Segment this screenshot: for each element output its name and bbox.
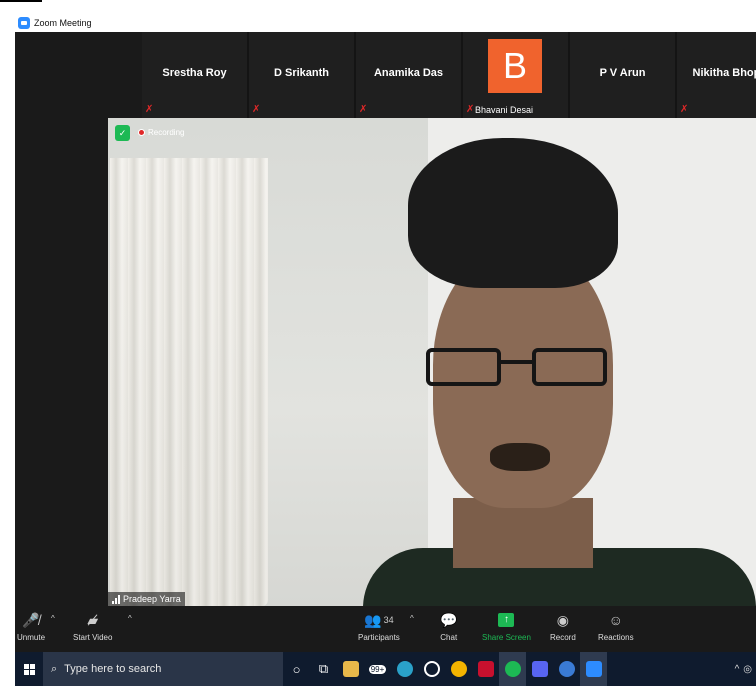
muted-mic-icon: ✗ — [466, 104, 475, 115]
zoom-logo-icon — [18, 17, 30, 29]
muted-mic-icon: ✗ — [252, 104, 261, 115]
participant-name: Anamika Das — [373, 67, 444, 79]
search-icon: ⌕ — [51, 662, 58, 675]
cortana-app-icon[interactable] — [553, 652, 580, 686]
cortana-icon[interactable]: ○ — [283, 652, 310, 686]
participant-name: D Srikanth — [273, 67, 329, 79]
title-bar: Zoom Meeting — [15, 14, 756, 32]
app-icon[interactable] — [526, 652, 553, 686]
chrome-icon[interactable] — [445, 652, 472, 686]
participant-tile[interactable]: D Srikanth ✗ — [249, 32, 354, 118]
spotify-icon[interactable] — [499, 652, 526, 686]
muted-mic-icon: ✗ — [145, 104, 154, 115]
recording-indicator: Recording — [138, 128, 184, 137]
participant-name: Bhavani Desai — [475, 105, 534, 115]
participant-name: Nikitha Bhopc — [692, 67, 756, 79]
muted-mic-icon: ✗ — [680, 104, 689, 115]
tray-overflow-chevron-icon[interactable]: ^ — [735, 664, 740, 675]
participants-icon: 👥 34 — [364, 611, 394, 628]
store-badge: 99+ — [368, 664, 387, 674]
participants-count: 34 — [383, 615, 394, 625]
security-shield-icon[interactable]: ✓ — [115, 125, 130, 141]
participant-name: P V Arun — [599, 67, 646, 79]
window-title: Zoom Meeting — [34, 18, 92, 28]
active-speaker-video[interactable]: ✓ Recording Pradeep Yarra — [108, 118, 756, 606]
mcafee-icon[interactable] — [472, 652, 499, 686]
participant-tile[interactable]: Anamika Das ✗ — [356, 32, 461, 118]
curtain — [110, 158, 268, 606]
chat-bubble-icon: 💬 — [440, 611, 458, 628]
reactions-button[interactable]: ☺ Reactions — [598, 610, 634, 642]
windows-taskbar: ⌕ Type here to search ○ ⧉ 99+ ^ ◎ — [15, 652, 756, 686]
top-border-line — [0, 0, 42, 2]
speaker-neck — [453, 498, 593, 568]
chat-button[interactable]: 💬 Chat — [440, 610, 458, 643]
video-off-icon: ▰̸ — [87, 611, 99, 628]
task-view-icon[interactable]: ⧉ — [310, 652, 337, 686]
record-icon: ◉ — [556, 611, 569, 628]
zoom-window: Zoom Meeting Srestha Roy ✗ D Srikanth ✗ … — [15, 14, 756, 686]
speaker-glasses — [426, 348, 616, 388]
meeting-controls: 🎤̸ Unmute ^ ▰̸ Start Video ^ 👥 34 Partici… — [15, 606, 756, 652]
muted-mic-icon: 🎤̸ — [22, 611, 40, 628]
network-icon[interactable]: ◎ — [743, 664, 752, 675]
participants-options-chevron-icon[interactable]: ^ — [410, 614, 414, 623]
participant-tile[interactable]: Srestha Roy ✗ — [142, 32, 247, 118]
system-tray: ^ ◎ — [735, 652, 756, 686]
participants-button[interactable]: 👥 34 Participants — [358, 610, 400, 643]
speaker-hair — [408, 138, 618, 288]
dell-icon[interactable] — [418, 652, 445, 686]
store-icon[interactable]: 99+ — [364, 652, 391, 686]
share-screen-icon: ↑ — [498, 610, 515, 630]
recording-dot-icon — [138, 129, 145, 136]
speaker-moustache — [490, 443, 550, 471]
zoom-taskbar-icon[interactable] — [580, 652, 607, 686]
participants-strip: Srestha Roy ✗ D Srikanth ✗ Anamika Das ✗… — [142, 32, 756, 118]
share-screen-button[interactable]: ↑ Share Screen — [482, 610, 531, 642]
edge-browser-icon[interactable] — [391, 652, 418, 686]
participant-tile[interactable]: B ✗ Bhavani Desai — [463, 32, 568, 118]
participant-tile[interactable]: P V Arun — [570, 32, 675, 118]
windows-start-icon[interactable] — [15, 663, 43, 675]
record-button[interactable]: ◉ Record — [550, 610, 576, 643]
participant-name: Srestha Roy — [162, 67, 227, 79]
audio-options-chevron-icon[interactable]: ^ — [51, 614, 55, 623]
participant-tile[interactable]: Nikitha Bhopc ✗ — [677, 32, 756, 118]
signal-bars-icon — [112, 594, 120, 604]
participant-avatar: B — [488, 39, 542, 93]
start-video-button[interactable]: ▰̸ Start Video — [73, 610, 112, 643]
recording-label: Recording — [148, 128, 185, 137]
muted-mic-icon: ✗ — [359, 104, 368, 115]
speaker-name: Pradeep Yarra — [123, 594, 181, 604]
taskbar-search-box[interactable]: ⌕ Type here to search — [43, 652, 283, 686]
file-explorer-icon[interactable] — [337, 652, 364, 686]
speaker-name-tag: Pradeep Yarra — [108, 592, 185, 606]
unmute-button[interactable]: 🎤̸ Unmute — [17, 610, 45, 643]
reactions-emoji-icon: ☺ — [608, 612, 623, 628]
search-placeholder: Type here to search — [64, 663, 162, 675]
video-options-chevron-icon[interactable]: ^ — [128, 614, 132, 623]
